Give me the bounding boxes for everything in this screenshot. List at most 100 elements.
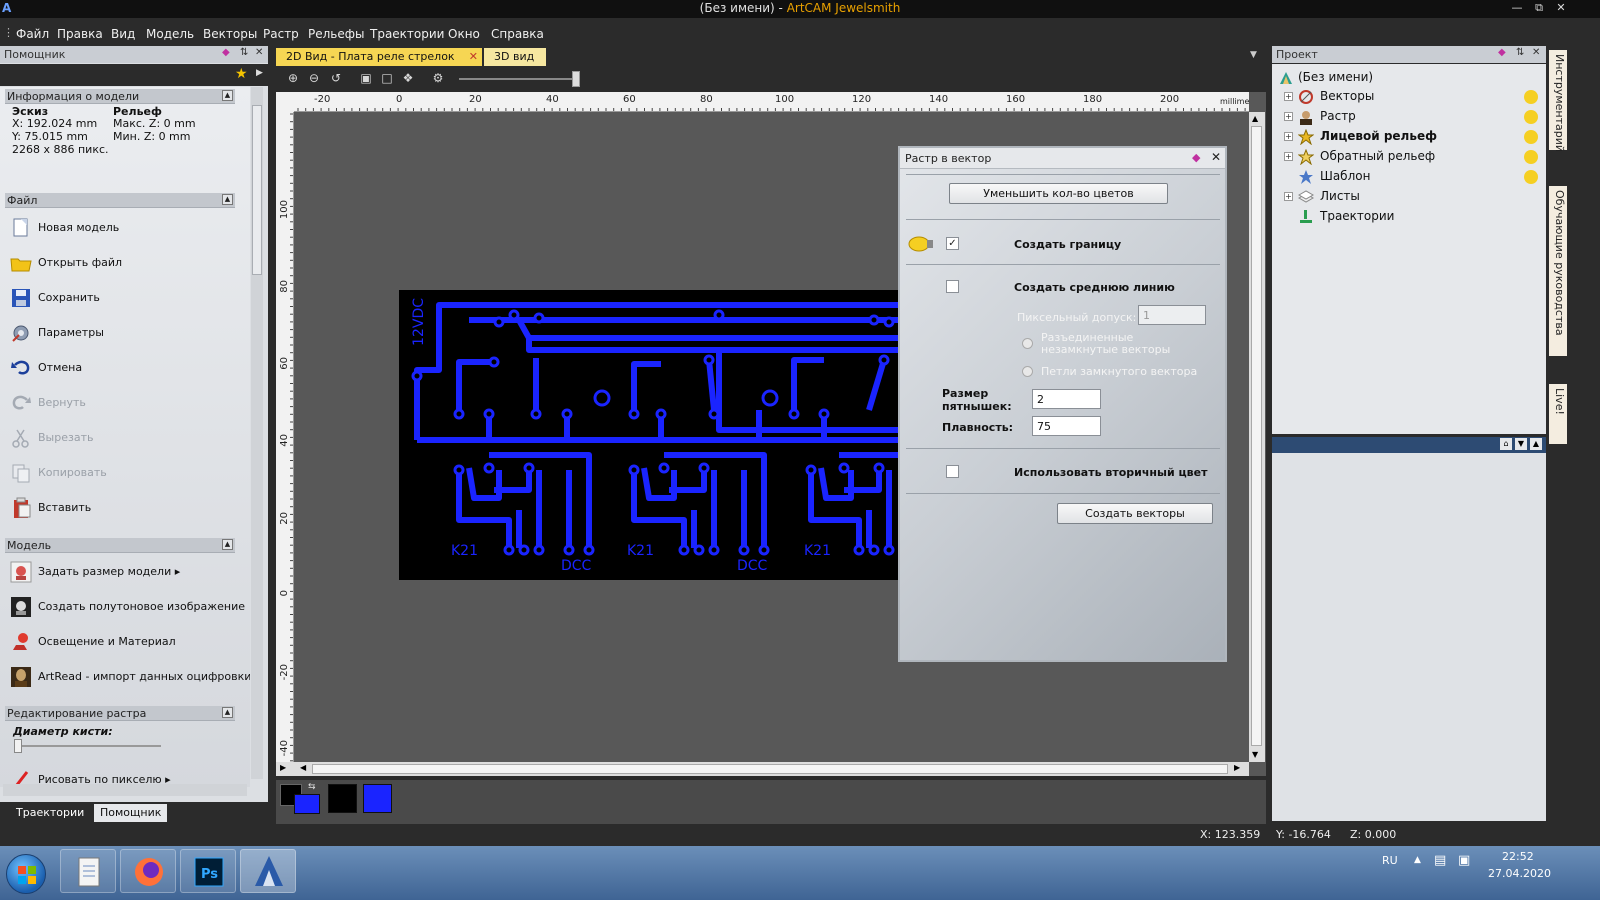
scroll-thumb[interactable] [1251,126,1262,746]
paste-button[interactable]: Вставить [9,493,237,523]
section-file[interactable]: Файл ▲ [5,193,235,208]
canvas-hscrollbar[interactable]: ▶ ◀ ▶ [276,762,1249,776]
tree-node-sheets[interactable]: + Листы [1284,188,1542,206]
zoom-slider-thumb[interactable] [572,71,580,87]
close-icon[interactable]: ✕ [255,47,263,58]
home-icon[interactable]: ⌂ [1500,438,1512,450]
canvas-vscrollbar[interactable]: ▲ ▼ [1249,112,1265,762]
zoom-fit-icon[interactable]: □ [379,71,395,87]
view-settings-icon[interactable]: ⚙ [430,71,446,87]
menu-help[interactable]: Справка [491,27,544,41]
copy-button[interactable]: Копировать [9,458,237,488]
tab-3d-view[interactable]: 3D вид [484,48,546,66]
arrow-right-icon[interactable]: ▶ [256,68,263,78]
zoom-out-icon[interactable]: ⊖ [306,71,322,87]
pin-icon[interactable]: ⇅ [1516,47,1524,58]
redo-button[interactable]: Вернуть [9,388,237,418]
tab-2d-view[interactable]: 2D Вид - Плата реле стрелок ✕ [276,48,482,66]
pcb-raster-image[interactable]: 12VDC K21 DCC K21 DCC K21 [399,290,899,580]
brush-diameter-slider[interactable] [16,745,161,747]
close-icon[interactable]: ✕ [1532,47,1540,58]
zoom-slider-track[interactable] [459,78,579,80]
parameters-button[interactable]: Параметры [9,318,237,348]
network-icon[interactable]: ▤ [1434,853,1446,868]
speckle-size-input[interactable]: 2 [1032,389,1101,409]
close-tab-icon[interactable]: ✕ [469,50,478,63]
set-model-size-button[interactable]: Задать размер модели ▸ [9,557,237,587]
dropdown-icon[interactable]: ▼ [1515,438,1527,450]
expand-icon[interactable]: + [1284,192,1293,201]
scroll-left-icon[interactable]: ◀ [300,763,306,772]
collapse-icon[interactable]: ▲ [222,539,233,550]
collapse-icon[interactable]: ▲ [222,707,233,718]
scroll-thumb[interactable] [252,105,262,275]
scroll-down-icon[interactable]: ▼ [1252,750,1258,759]
zoom-box-icon[interactable]: ▣ [358,71,374,87]
scroll-up-icon[interactable]: ▲ [1252,114,1258,123]
visibility-lamp-icon[interactable] [1524,150,1538,164]
close-icon[interactable]: ✕ [1550,1,1572,16]
create-vectors-button[interactable]: Создать векторы [1057,503,1213,524]
swap-colors-icon[interactable]: ⇆ [308,782,316,792]
tree-node-front-relief[interactable]: + Лицевой рельеф [1284,128,1542,146]
zoom-previous-icon[interactable]: ↺ [328,71,344,87]
radio-closed-loops[interactable] [1022,366,1033,377]
tree-node-template[interactable]: Шаблон [1284,168,1542,186]
brush-diameter-thumb[interactable] [14,739,22,753]
section-model[interactable]: Модель ▲ [5,538,235,553]
palette-color-black[interactable] [328,784,357,813]
eraser-icon[interactable]: ◆ [222,47,230,58]
expand-icon[interactable]: + [1284,92,1293,101]
close-icon[interactable]: ✕ [1211,150,1221,164]
tab-assistant[interactable]: Помощник [94,804,168,822]
radio-open-vectors[interactable] [1022,338,1033,349]
tab-list-dropdown-icon[interactable]: ▼ [1250,50,1257,60]
eraser-icon[interactable]: ◆ [1192,151,1200,164]
secondary-color-checkbox[interactable] [946,465,959,478]
tray-expand-icon[interactable]: ▲ [1414,855,1421,865]
create-border-checkbox[interactable]: ✓ [946,237,959,250]
visibility-lamp-icon[interactable] [1524,110,1538,124]
cut-button[interactable]: Вырезать [9,423,237,453]
tab-toolbox[interactable]: Инструментарий [1549,50,1567,152]
clock-time[interactable]: 22:52 [1502,850,1534,863]
tab-live[interactable]: Live! [1549,384,1567,444]
menu-window[interactable]: Окно [448,27,480,41]
scroll-thumb[interactable] [312,764,1228,774]
tree-node-raster[interactable]: + Растр [1284,108,1542,126]
restore-icon[interactable]: ⧉ [1528,1,1550,16]
clock-date[interactable]: 27.04.2020 [1488,867,1551,880]
tree-node-vectors[interactable]: + Векторы [1284,88,1542,106]
scroll-right-icon[interactable]: ▶ [1234,763,1240,772]
save-button[interactable]: Сохранить [9,283,237,313]
visibility-lamp-icon[interactable] [1524,130,1538,144]
start-button[interactable] [6,854,46,894]
menu-view[interactable]: Вид [111,27,135,41]
palette-color-blue[interactable] [363,784,392,813]
secondary-color-swatch[interactable] [294,794,320,814]
tree-root[interactable]: (Без имени) [1276,69,1536,87]
taskbar-firefox[interactable] [120,849,176,893]
menu-raster[interactable]: Растр [263,27,299,41]
tab-toolpaths[interactable]: Траектории [10,804,90,822]
reduce-colors-button[interactable]: Уменьшить кол-во цветов [949,183,1168,204]
taskbar-notepad[interactable] [60,849,116,893]
taskbar-artcam[interactable] [240,849,296,893]
menu-model[interactable]: Модель [146,27,194,41]
collapse-icon[interactable]: ▲ [222,90,233,101]
zoom-extents-icon[interactable]: ❖ [400,71,416,87]
collapse-icon[interactable]: ▲ [1530,438,1542,450]
create-centerline-checkbox[interactable] [946,280,959,293]
tree-node-toolpaths[interactable]: Траектории [1284,208,1542,226]
volume-icon[interactable]: ▣ [1458,853,1470,868]
menu-vectors[interactable]: Векторы [203,27,257,41]
collapse-icon[interactable]: ▲ [222,194,233,205]
eraser-icon[interactable]: ◆ [1498,47,1506,58]
undo-button[interactable]: Отмена [9,353,237,383]
open-file-button[interactable]: Открыть файл [9,248,237,278]
scroll-right-icon[interactable]: ▶ [280,763,286,772]
expand-icon[interactable]: + [1284,132,1293,141]
language-indicator[interactable]: RU [1382,854,1398,867]
section-model-info[interactable]: Информация о модели ▲ [5,89,235,104]
pin-icon[interactable]: ⇅ [240,47,248,58]
